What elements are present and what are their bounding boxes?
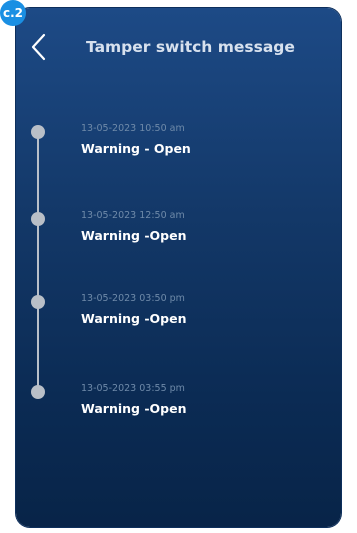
phone-screen: Tamper switch message 13-05-2023 10:50 a…	[16, 8, 341, 527]
timeline-entry[interactable]: 13-05-2023 03:55 pm Warning -Open	[16, 382, 341, 428]
entry-status: Warning -Open	[81, 311, 187, 326]
chevron-left-icon	[31, 33, 46, 61]
step-badge: c.2	[0, 0, 26, 26]
entry-timestamp: 13-05-2023 03:50 pm	[81, 293, 185, 304]
back-button[interactable]	[28, 32, 50, 62]
timeline-dot	[31, 385, 45, 399]
timeline-dot	[31, 212, 45, 226]
entry-timestamp: 13-05-2023 10:50 am	[81, 123, 185, 134]
timeline-entry[interactable]: 13-05-2023 12:50 am Warning -Open	[16, 209, 341, 255]
timeline-entry[interactable]: 13-05-2023 10:50 am Warning - Open	[16, 122, 341, 168]
entry-status: Warning - Open	[81, 141, 191, 156]
entry-status: Warning -Open	[81, 228, 187, 243]
entry-timestamp: 13-05-2023 03:55 pm	[81, 383, 185, 394]
entry-timestamp: 13-05-2023 12:50 am	[81, 210, 185, 221]
entry-status: Warning -Open	[81, 401, 187, 416]
timeline-dot	[31, 295, 45, 309]
timeline-dot	[31, 125, 45, 139]
page-title: Tamper switch message	[86, 38, 295, 56]
timeline-entry[interactable]: 13-05-2023 03:50 pm Warning -Open	[16, 292, 341, 338]
